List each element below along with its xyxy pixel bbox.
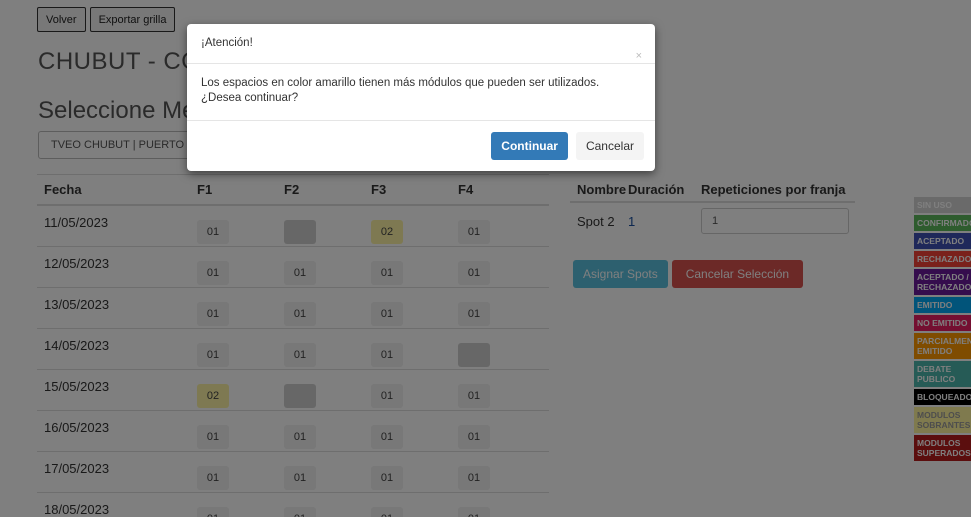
close-icon[interactable]: × — [636, 51, 642, 62]
modal-message: Los espacios en color amarillo tienen má… — [187, 64, 655, 121]
cancelar-button[interactable]: Cancelar — [575, 132, 644, 160]
modal-header: ¡Atención! × — [187, 24, 655, 64]
continuar-button[interactable]: Continuar — [491, 132, 568, 160]
attention-modal: ¡Atención! × Los espacios en color amari… — [187, 24, 655, 171]
modal-footer: Continuar Cancelar — [187, 121, 655, 171]
modal-title: ¡Atención! — [201, 37, 253, 49]
